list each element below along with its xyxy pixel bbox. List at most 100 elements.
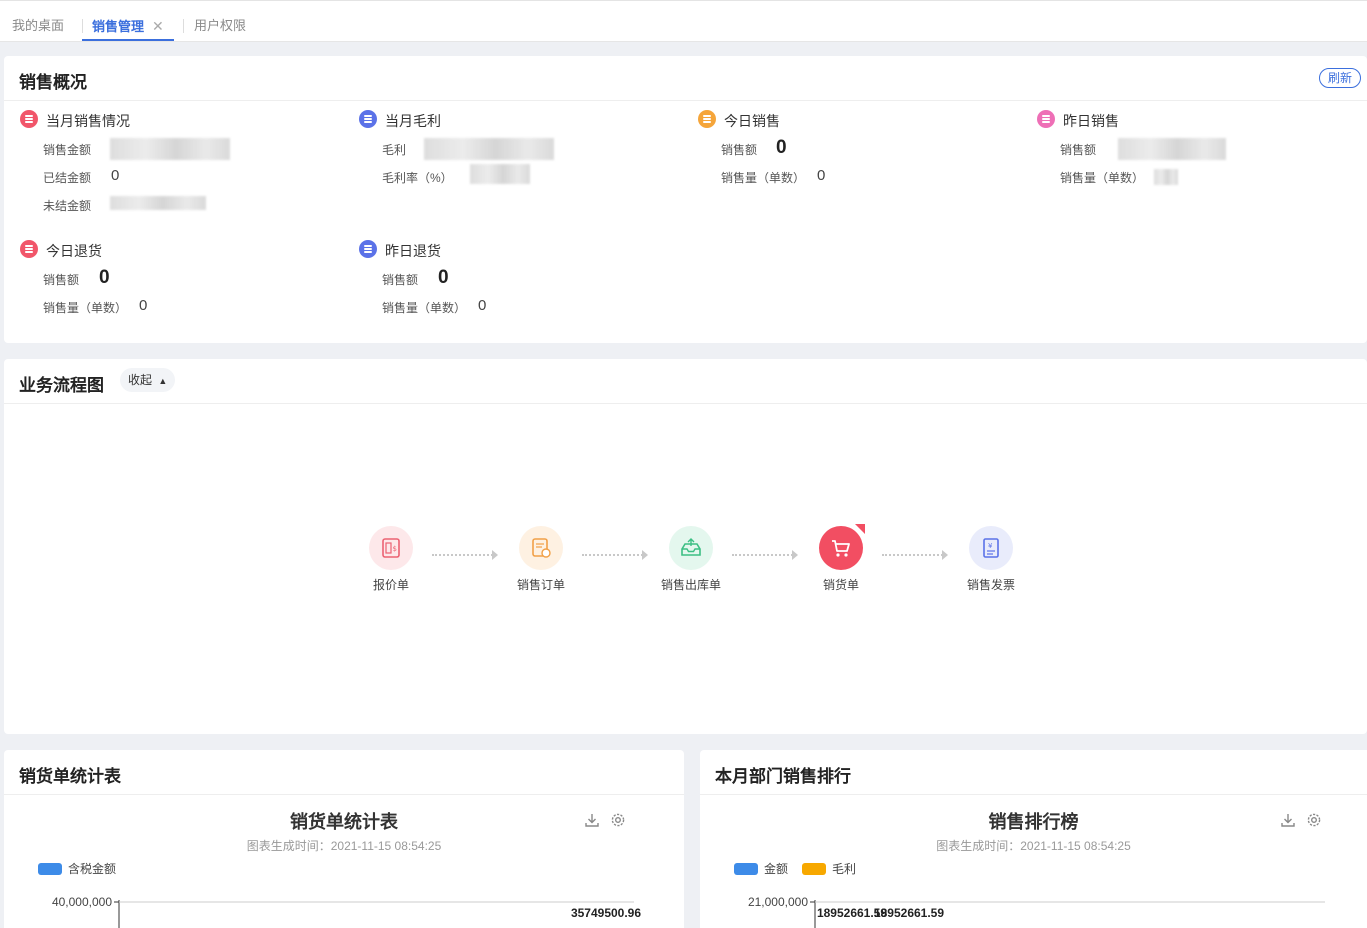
flow-label: 销货单	[822, 578, 859, 592]
refresh-button[interactable]: 刷新	[1319, 68, 1361, 88]
stats-chart-svg: 40,000,000 35749500.96	[52, 895, 641, 928]
row-value: 0	[776, 137, 787, 158]
y-tick-label: 40,000,000	[52, 895, 112, 909]
sales-order-icon	[519, 526, 563, 570]
collapse-label: 收起	[128, 373, 153, 387]
redacted-value	[110, 196, 206, 210]
tab-separator	[183, 19, 184, 33]
ranking-chart-svg: 21,000,000 18952661.59 18952661.59	[748, 895, 1325, 928]
chart-title: 销售排行榜	[988, 812, 1079, 832]
quote-doc-icon: $	[369, 526, 413, 570]
legend-swatch	[802, 862, 827, 875]
list-icon	[1037, 110, 1055, 128]
flow-arrow	[582, 550, 648, 564]
row-label: 销售金额	[43, 143, 92, 157]
gear-icon[interactable]	[610, 812, 626, 833]
tab-label: 销售管理	[92, 19, 145, 34]
invoice-icon: ¥	[969, 526, 1013, 570]
redacted-value	[1118, 138, 1226, 160]
divider	[4, 794, 684, 795]
flow-node-sales-order[interactable]: 销售订单	[496, 526, 586, 593]
chart-toolbar	[1280, 812, 1322, 833]
download-icon[interactable]	[1280, 812, 1296, 833]
redacted-value	[470, 164, 530, 184]
divider	[4, 100, 1367, 101]
flow-node-invoice[interactable]: ¥ 销售发票	[946, 526, 1036, 593]
row-label: 已结金额	[43, 171, 92, 185]
svg-text:$: $	[393, 545, 397, 553]
legend-label: 含税金额	[68, 862, 117, 876]
list-icon	[20, 110, 38, 128]
close-icon[interactable]: ✕	[152, 18, 164, 34]
row-label: 毛利率（%）	[382, 171, 453, 185]
row-label: 毛利	[382, 143, 407, 157]
row-value: 0	[111, 167, 120, 184]
collapse-button[interactable]: 收起 ▲	[120, 368, 176, 392]
row-label: 销售额	[721, 143, 758, 157]
row-value: 0	[817, 167, 826, 184]
tab-sales-management[interactable]: 销售管理 ✕	[82, 13, 174, 41]
flow-label: 报价单	[372, 578, 409, 592]
flow-arrow	[432, 550, 498, 564]
tab-label: 用户权限	[194, 18, 247, 33]
group-title: 今日退货	[46, 243, 102, 259]
card-title: 销售概况	[19, 73, 87, 92]
flow-arrow	[882, 550, 948, 564]
chart-generated-time: 图表生成时间：2021-11-15 08:54:25	[246, 839, 442, 853]
row-label: 销售量（单数）	[1060, 171, 1145, 185]
divider	[4, 403, 1367, 404]
list-icon	[359, 240, 377, 258]
row-label: 销售额	[43, 273, 80, 287]
group-title: 昨日退货	[385, 243, 441, 259]
row-label: 销售额	[382, 273, 419, 287]
group-title: 今日销售	[724, 113, 780, 129]
row-label: 销售量（单数）	[382, 301, 467, 315]
redacted-value	[1154, 169, 1178, 185]
data-label: 18952661.59	[874, 906, 944, 920]
row-value: 0	[139, 297, 148, 314]
legend-swatch	[734, 862, 758, 875]
row-value: 0	[438, 267, 449, 288]
card-title: 本月部门销售排行	[715, 767, 851, 786]
list-icon	[20, 240, 38, 258]
card-title: 销货单统计表	[19, 767, 121, 786]
group-title: 昨日销售	[1063, 113, 1119, 129]
row-label: 销售额	[1060, 143, 1097, 157]
gear-icon[interactable]	[1306, 812, 1322, 833]
group-title: 当月销售情况	[46, 113, 130, 129]
chart-title: 销货单统计表	[290, 812, 398, 832]
flow-node-sales-delivery[interactable]: 销货单	[796, 524, 886, 593]
flow-label: 销售出库单	[660, 578, 721, 592]
chart-toolbar	[584, 812, 626, 833]
row-value: 0	[99, 267, 110, 288]
flow-label: 销售订单	[516, 578, 565, 592]
row-label: 销售量（单数）	[43, 301, 128, 315]
legend-label: 毛利	[832, 862, 857, 876]
flow-node-outbound[interactable]: 销售出库单	[646, 526, 736, 593]
tab-label: 我的桌面	[12, 18, 65, 33]
data-label: 35749500.96	[571, 906, 641, 920]
divider	[700, 794, 1367, 795]
card-title: 业务流程图	[19, 376, 104, 395]
download-icon[interactable]	[584, 812, 600, 833]
flow-node-quote[interactable]: $ 报价单	[346, 526, 436, 593]
svg-text:¥: ¥	[988, 542, 993, 550]
redacted-value	[424, 138, 554, 160]
cart-icon	[819, 524, 865, 570]
outbound-tray-icon	[669, 526, 713, 570]
tab-user-permissions[interactable]: 用户权限	[194, 13, 246, 41]
list-icon	[359, 110, 377, 128]
chart-generated-time: 图表生成时间：2021-11-15 08:54:25	[936, 839, 1131, 853]
legend-label: 金额	[764, 862, 789, 876]
chart-legend: 金额 毛利	[734, 860, 856, 877]
row-label: 销售量（单数）	[721, 171, 806, 185]
row-label: 未结金额	[43, 199, 92, 213]
group-title: 当月毛利	[385, 113, 441, 129]
chart-legend: 含税金额	[38, 860, 116, 877]
chevron-up-icon: ▲	[158, 376, 168, 386]
y-tick-label: 21,000,000	[748, 895, 808, 909]
list-icon	[698, 110, 716, 128]
business-flow-card: 业务流程图 收起 ▲ $ 报价单 销售订单 销售出库单 销货单 ¥ 销售发票	[4, 359, 1367, 734]
dept-ranking-card: 本月部门销售排行 销售排行榜 图表生成时间：2021-11-15 08:54:2…	[700, 750, 1367, 928]
tab-my-desktop[interactable]: 我的桌面	[12, 13, 64, 41]
